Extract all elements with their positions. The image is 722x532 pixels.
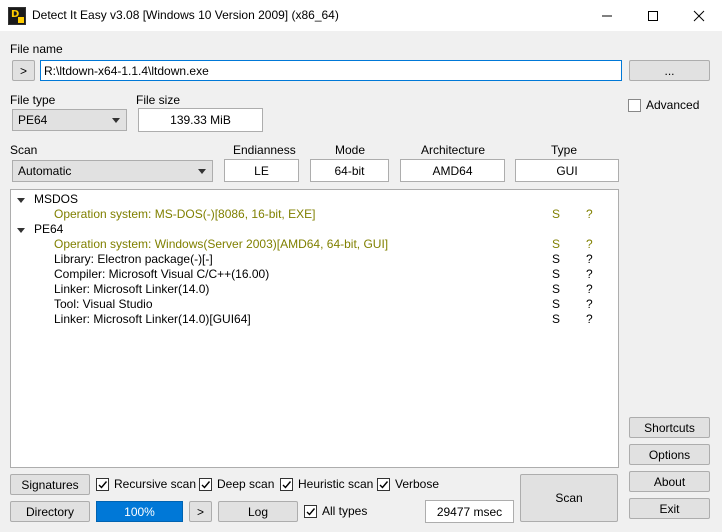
- scan-mode-select[interactable]: Automatic: [12, 160, 213, 182]
- mode-value: 64-bit: [310, 159, 389, 182]
- file-type-select[interactable]: PE64: [12, 109, 127, 131]
- progress-bar: 100%: [96, 501, 183, 522]
- app-icon: D: [8, 7, 26, 25]
- minimize-button[interactable]: [584, 0, 630, 31]
- chevron-down-icon: [198, 169, 206, 174]
- endianness-label: Endianness: [233, 143, 296, 157]
- all-types-label: All types: [322, 504, 368, 518]
- mode-label: Mode: [335, 143, 366, 157]
- tree-row[interactable]: Linker: Microsoft Linker(14.0): [54, 282, 209, 296]
- file-size-value: 139.33 MiB: [138, 108, 263, 132]
- type-label: Type: [551, 143, 578, 157]
- recursive-scan-checkbox[interactable]: Recursive scan: [96, 477, 196, 491]
- checkmark-icon: [282, 480, 292, 489]
- tree-group-msdos[interactable]: MSDOS: [34, 192, 78, 206]
- checkbox-box[interactable]: [628, 98, 641, 112]
- exit-button[interactable]: Exit: [629, 498, 710, 519]
- checkmark-icon: [379, 480, 389, 489]
- tree-group-pe64[interactable]: PE64: [34, 222, 63, 236]
- results-tree[interactable]: MSDOS Operation system: MS-DOS(-)[8086, …: [10, 189, 619, 468]
- recursive-scan-label: Recursive scan: [114, 477, 197, 491]
- scan-flag: S: [552, 237, 561, 251]
- tree-row[interactable]: Operation system: MS-DOS(-)[8086, 16-bit…: [54, 207, 315, 221]
- file-type-value: PE64: [18, 113, 48, 127]
- heuristic-scan-label: Heuristic scan: [298, 477, 374, 491]
- about-button[interactable]: About: [629, 471, 710, 492]
- info-flag[interactable]: ?: [586, 312, 593, 326]
- chevron-down-icon: [112, 118, 120, 123]
- endianness-value: LE: [224, 159, 299, 182]
- verbose-checkbox[interactable]: Verbose: [377, 477, 439, 491]
- options-button[interactable]: Options: [629, 444, 710, 465]
- close-icon: [693, 10, 705, 21]
- tree-row[interactable]: Linker: Microsoft Linker(14.0)[GUI64]: [54, 312, 251, 326]
- scan-flag: S: [552, 312, 561, 326]
- info-flag[interactable]: ?: [586, 267, 593, 281]
- open-file-button[interactable]: >: [12, 60, 35, 81]
- architecture-value: AMD64: [400, 159, 505, 182]
- info-flag[interactable]: ?: [586, 252, 593, 266]
- log-button[interactable]: Log: [218, 501, 298, 522]
- file-path-input[interactable]: R:\ltdown-x64-1.1.4\ltdown.exe: [40, 60, 622, 81]
- all-types-checkbox[interactable]: All types: [304, 504, 367, 518]
- info-flag[interactable]: ?: [586, 237, 593, 251]
- minimize-icon: [602, 15, 612, 16]
- tree-row[interactable]: Tool: Visual Studio: [54, 297, 153, 311]
- heuristic-scan-checkbox[interactable]: Heuristic scan: [280, 477, 373, 491]
- info-flag[interactable]: ?: [586, 297, 593, 311]
- verbose-label: Verbose: [395, 477, 440, 491]
- expand-triangle-icon[interactable]: [17, 198, 25, 203]
- type-value: GUI: [515, 159, 619, 182]
- scan-label: Scan: [10, 143, 38, 157]
- scan-flag: S: [552, 297, 561, 311]
- scan-button[interactable]: Scan: [520, 474, 618, 522]
- architecture-label: Architecture: [421, 143, 486, 157]
- checkmark-icon: [306, 507, 316, 516]
- checkmark-icon: [201, 480, 211, 489]
- window-title: Detect It Easy v3.08 [Windows 10 Version…: [32, 8, 339, 22]
- advanced-checkbox[interactable]: Advanced: [628, 98, 699, 112]
- signatures-button[interactable]: Signatures: [10, 474, 90, 495]
- scan-flag: S: [552, 282, 561, 296]
- scan-flag: S: [552, 252, 561, 266]
- checkbox-box[interactable]: [199, 477, 212, 491]
- deep-scan-label: Deep scan: [217, 477, 275, 491]
- maximize-icon: [648, 10, 658, 21]
- checkbox-box[interactable]: [304, 504, 317, 518]
- deep-scan-checkbox[interactable]: Deep scan: [199, 477, 274, 491]
- next-button[interactable]: >: [189, 501, 212, 522]
- advanced-label: Advanced: [646, 98, 700, 112]
- scan-mode-value: Automatic: [18, 164, 72, 178]
- close-button[interactable]: [676, 0, 722, 31]
- scan-flag: S: [552, 207, 561, 221]
- directory-button[interactable]: Directory: [10, 501, 90, 522]
- checkbox-box[interactable]: [377, 477, 390, 491]
- expand-triangle-icon[interactable]: [17, 228, 25, 233]
- tree-row[interactable]: Library: Electron package(-)[-]: [54, 252, 213, 266]
- elapsed-time: 29477 msec: [425, 500, 514, 523]
- checkbox-box[interactable]: [280, 477, 293, 491]
- scan-flag: S: [552, 267, 561, 281]
- shortcuts-button[interactable]: Shortcuts: [629, 417, 710, 438]
- file-size-label: File size: [136, 93, 181, 107]
- info-flag[interactable]: ?: [586, 207, 593, 221]
- maximize-button[interactable]: [630, 0, 676, 31]
- checkbox-box[interactable]: [96, 477, 109, 491]
- checkmark-icon: [98, 480, 108, 489]
- file-name-label: File name: [10, 42, 63, 56]
- tree-row[interactable]: Operation system: Windows(Server 2003)[A…: [54, 237, 388, 251]
- browse-button[interactable]: ...: [629, 60, 710, 81]
- tree-row[interactable]: Compiler: Microsoft Visual C/C++(16.00): [54, 267, 269, 281]
- file-type-label: File type: [10, 93, 56, 107]
- info-flag[interactable]: ?: [586, 282, 593, 296]
